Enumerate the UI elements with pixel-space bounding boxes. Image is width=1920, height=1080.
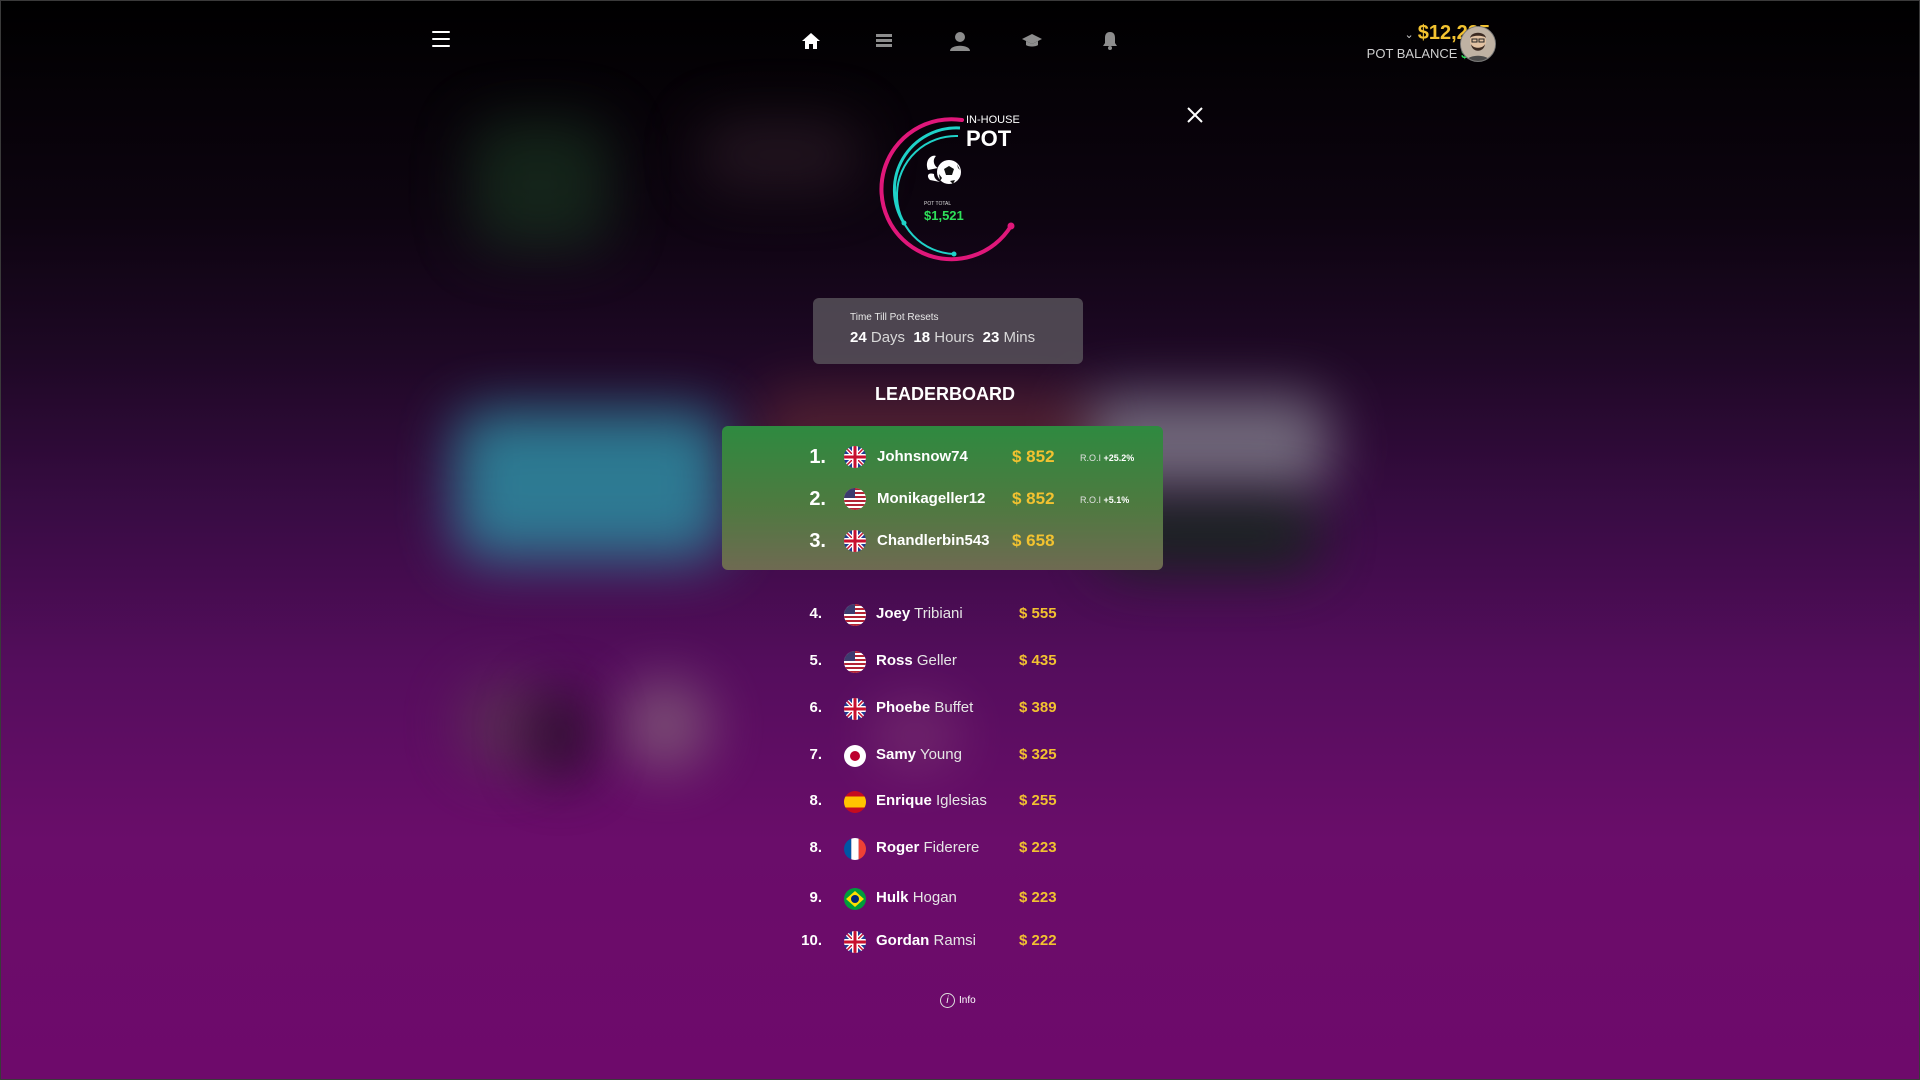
player-name: Samy Young	[876, 746, 962, 763]
player-first-name: Phoebe	[876, 699, 931, 716]
prize-amount: $ 555	[1019, 605, 1057, 622]
prize-amount: $ 222	[1019, 932, 1057, 949]
timer-days: 24	[850, 329, 867, 346]
prize-amount: $ 435	[1019, 652, 1057, 669]
info-icon: i	[940, 993, 955, 1008]
avatar[interactable]	[1460, 26, 1496, 62]
player-last-name: Fiderere	[923, 839, 980, 856]
roi-value: +25.2%	[1103, 453, 1135, 463]
hamburger-menu-icon[interactable]	[432, 31, 450, 47]
player-name: Roger Fiderere	[876, 839, 979, 856]
roi-label: R.O.I	[1080, 453, 1102, 463]
player-last-name: Geller	[916, 652, 957, 669]
info-button[interactable]: i Info	[940, 993, 976, 1008]
player-name: Gordan Ramsi	[876, 932, 976, 949]
rank-number: 4.	[809, 605, 822, 622]
rank-number: 3.	[809, 530, 826, 552]
close-icon[interactable]	[1186, 106, 1204, 124]
blurred-avatar	[620, 680, 710, 770]
player-last-name: Tribiani	[914, 605, 963, 622]
player-last-name: Young	[919, 746, 962, 763]
prize-amount: $ 223	[1019, 889, 1057, 906]
flag-icon	[844, 745, 866, 767]
blurred-card	[530, 690, 590, 780]
pot-subtitle: IN-HOUSE	[966, 114, 1020, 126]
timer-hours: 18	[913, 329, 931, 346]
list-icon[interactable]	[872, 29, 896, 53]
timer-values: 24 Days 18 Hours 23 Mins	[850, 329, 1035, 346]
player-last-name: Ramsi	[933, 932, 977, 949]
timer-mins-unit: Mins	[1003, 329, 1036, 346]
timer-mins: 23	[982, 329, 1000, 346]
prize-amount: $ 658	[1012, 531, 1055, 550]
rank-number: 1.	[809, 446, 826, 468]
pot-reset-timer: Time Till Pot Resets 24 Days 18 Hours 23…	[813, 298, 1083, 364]
player-name: Ross Geller	[876, 652, 957, 669]
player-last-name: Iglesias	[936, 792, 987, 809]
soccer-ball-icon	[922, 150, 968, 196]
player-first-name: Samy	[876, 746, 917, 763]
rank-number: 5.	[809, 652, 822, 669]
flag-icon	[844, 446, 866, 468]
pot-title: POT	[966, 126, 1012, 151]
prize-amount: $ 389	[1019, 699, 1057, 716]
player-first-name: Ross	[876, 652, 913, 669]
flag-icon	[844, 791, 866, 813]
rank-number: 8.	[809, 792, 822, 809]
player-name: Hulk Hogan	[876, 889, 957, 906]
rank-number: 6.	[809, 699, 822, 716]
player-first-name: Gordan	[876, 932, 930, 949]
bell-icon[interactable]	[1098, 29, 1122, 53]
flag-icon	[844, 931, 866, 953]
timer-days-unit: Days	[870, 329, 906, 346]
roi-badge: R.O.I +5.1%	[1080, 495, 1129, 505]
prize-amount: $ 255	[1019, 792, 1057, 809]
profile-icon[interactable]	[948, 29, 972, 53]
pot-balance-label: POT BALANCE	[1366, 46, 1458, 61]
flag-icon	[844, 698, 866, 720]
rank-number: 8.	[809, 839, 822, 856]
player-name: Enrique Iglesias	[876, 792, 987, 809]
player-first-name: Joey	[876, 605, 911, 622]
flag-icon	[844, 651, 866, 673]
rank-number: 9.	[809, 889, 822, 906]
flag-icon	[844, 530, 866, 552]
pot-total-label: POT TOTAL	[924, 201, 952, 207]
rank-number: 2.	[809, 488, 826, 510]
blurred-card	[455, 410, 725, 560]
rank-number: 10.	[801, 932, 822, 949]
roi-badge: R.O.I +25.2%	[1080, 453, 1134, 463]
flag-icon	[844, 488, 866, 510]
timer-hours-unit: Hours	[934, 329, 975, 346]
roi-value: +5.1%	[1103, 495, 1130, 505]
info-label: Info	[959, 995, 976, 1007]
player-name: Joey Tribiani	[876, 605, 963, 622]
timer-label: Time Till Pot Resets	[850, 312, 939, 323]
player-name: Phoebe Buffet	[876, 699, 973, 716]
pot-total-value: $1,521	[924, 208, 964, 223]
player-name: Chandlerbin543	[877, 532, 990, 549]
player-last-name: Hogan	[912, 889, 957, 906]
player-first-name: Roger	[876, 839, 920, 856]
home-icon[interactable]	[799, 29, 823, 53]
flag-icon	[844, 838, 866, 860]
prize-amount: $ 852	[1012, 447, 1055, 466]
blurred-card	[470, 120, 610, 250]
prize-amount: $ 223	[1019, 839, 1057, 856]
prize-amount: $ 325	[1019, 746, 1057, 763]
flag-icon	[844, 888, 866, 910]
blurred-card	[700, 120, 860, 190]
player-name: Johnsnow74	[877, 448, 968, 465]
chevron-down-icon[interactable]: ⌄	[1404, 28, 1413, 41]
prize-amount: $ 852	[1012, 489, 1055, 508]
player-first-name: Enrique	[876, 792, 932, 809]
player-name: Monikageller12	[877, 490, 986, 507]
leaderboard-title: LEADERBOARD	[874, 384, 1015, 404]
roi-label: R.O.I	[1080, 495, 1102, 505]
player-first-name: Hulk	[876, 889, 909, 906]
rank-number: 7.	[809, 746, 822, 763]
flag-icon	[844, 604, 866, 626]
graduation-cap-icon[interactable]	[1020, 29, 1044, 53]
player-last-name: Buffet	[934, 699, 974, 716]
